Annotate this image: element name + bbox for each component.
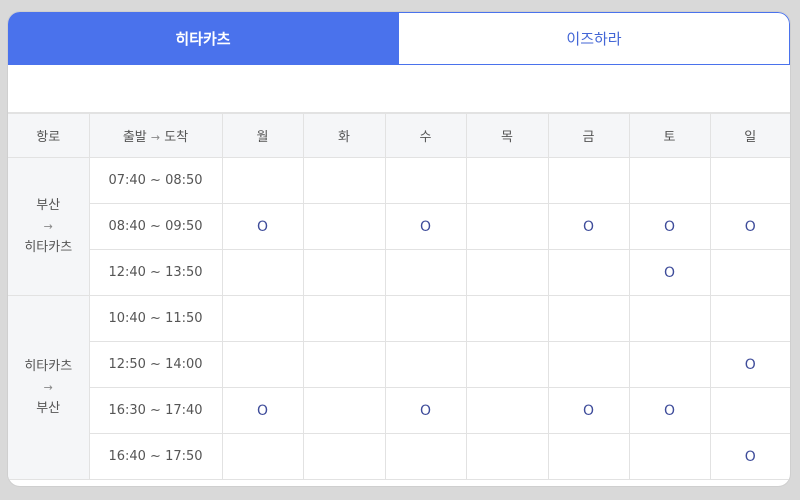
day-cell: O xyxy=(628,203,711,250)
schedule-table: 항로 출발 → 도착 월 화 수 목 금 토 일 부산 → 히타카츠 07:40 ~ … xyxy=(8,113,790,480)
day-cell xyxy=(384,433,467,480)
header-day-mon: 월 xyxy=(221,113,304,158)
day-cell xyxy=(465,249,549,296)
route-tabs: 히타카츠 이즈하라 xyxy=(8,12,790,65)
day-cell xyxy=(302,249,386,296)
day-cell xyxy=(465,387,549,434)
time-cell: 16:30 ~ 17:40 xyxy=(89,387,223,434)
day-cell xyxy=(709,157,790,204)
day-cell: O xyxy=(221,387,304,434)
route-cell: 히타카츠 → 부산 xyxy=(8,295,90,480)
day-cell xyxy=(384,295,467,342)
route-arrow-icon: → xyxy=(43,381,53,394)
day-cell xyxy=(465,433,549,480)
header-arrive: 도착 xyxy=(164,130,189,145)
day-cell xyxy=(547,341,630,388)
time-cell: 08:40 ~ 09:50 xyxy=(89,203,223,250)
day-cell xyxy=(221,157,304,204)
day-cell xyxy=(628,341,711,388)
route-from: 부산 xyxy=(36,198,61,213)
day-cell xyxy=(709,249,790,296)
table-row: 12:40 ~ 13:50 O xyxy=(8,249,790,296)
header-day-fri: 금 xyxy=(547,113,630,158)
day-cell xyxy=(547,249,630,296)
header-arrow-icon: → xyxy=(150,131,161,144)
day-cell xyxy=(221,341,304,388)
day-cell xyxy=(547,295,630,342)
day-cell xyxy=(547,433,630,480)
header-day-thu: 목 xyxy=(465,113,549,158)
header-day-wed: 수 xyxy=(384,113,467,158)
day-cell: O xyxy=(384,203,467,250)
day-cell: O xyxy=(709,341,790,388)
time-cell: 12:50 ~ 14:00 xyxy=(89,341,223,388)
time-cell: 10:40 ~ 11:50 xyxy=(88,295,223,342)
day-cell: O xyxy=(709,433,790,480)
header-day-sat: 토 xyxy=(628,113,711,158)
table-row: 12:50 ~ 14:00 O xyxy=(8,341,790,388)
route-arrow-icon: → xyxy=(43,220,53,233)
day-cell xyxy=(628,295,711,342)
day-cell xyxy=(221,295,304,342)
day-cell xyxy=(384,249,467,296)
day-cell xyxy=(547,157,630,204)
day-cell xyxy=(628,433,711,480)
time-cell: 16:40 ~ 17:50 xyxy=(89,433,223,480)
table-row: 16:30 ~ 17:40 O O O O xyxy=(8,387,790,434)
tab-hitakatsu[interactable]: 히타카츠 xyxy=(8,12,398,65)
table-row: 부산 → 히타카츠 07:40 ~ 08:50 xyxy=(8,157,790,296)
schedule-body: 부산 → 히타카츠 07:40 ~ 08:50 08:40 ~ 09:50 O O O O O 12… xyxy=(8,157,790,480)
day-cell: O xyxy=(547,387,630,434)
table-row: 히타카츠 → 부산 10:40 ~ 11:50 xyxy=(8,295,790,480)
header-day-sun: 일 xyxy=(709,113,790,158)
table-row: 16:40 ~ 17:50 O xyxy=(8,433,790,480)
day-cell: O xyxy=(709,203,790,250)
time-cell: 12:40 ~ 13:50 xyxy=(89,249,223,296)
header-route: 항로 xyxy=(8,113,90,158)
header-depart: 출발 xyxy=(122,130,147,145)
day-cell: O xyxy=(384,387,467,434)
day-cell xyxy=(302,295,386,342)
day-cell: O xyxy=(628,249,711,296)
table-row: 08:40 ~ 09:50 O O O O O xyxy=(8,203,790,250)
day-cell xyxy=(628,157,711,204)
day-cell xyxy=(384,157,467,204)
route-from: 히타카츠 xyxy=(24,359,73,374)
day-cell xyxy=(302,387,386,434)
table-header-row: 항로 출발 → 도착 월 화 수 목 금 토 일 xyxy=(8,113,790,158)
day-cell xyxy=(709,387,790,434)
day-cell: O xyxy=(221,203,304,250)
day-cell xyxy=(221,433,304,480)
header-day-tue: 화 xyxy=(302,113,386,158)
header-time: 출발 → 도착 xyxy=(88,113,223,158)
day-cell xyxy=(709,295,790,342)
day-cell xyxy=(221,249,304,296)
day-cell xyxy=(465,157,549,204)
day-cell xyxy=(384,341,467,388)
route-cell: 부산 → 히타카츠 xyxy=(8,157,90,296)
day-cell: O xyxy=(628,387,711,434)
day-cell xyxy=(302,157,386,204)
tab-izuhara[interactable]: 이즈하라 xyxy=(398,12,790,65)
day-cell xyxy=(465,203,549,250)
day-cell xyxy=(302,203,386,250)
time-cell: 07:40 ~ 08:50 xyxy=(88,157,223,204)
route-to: 히타카츠 xyxy=(24,240,73,255)
day-cell xyxy=(302,433,386,480)
day-cell xyxy=(302,341,386,388)
schedule-panel: 히타카츠 이즈하라 항로 출발 → 도착 월 화 수 목 금 토 일 부산 → … xyxy=(8,12,790,486)
day-cell: O xyxy=(547,203,630,250)
tab-content-spacer xyxy=(8,65,790,113)
day-cell xyxy=(465,341,549,388)
route-to: 부산 xyxy=(36,401,61,416)
day-cell xyxy=(465,295,549,342)
